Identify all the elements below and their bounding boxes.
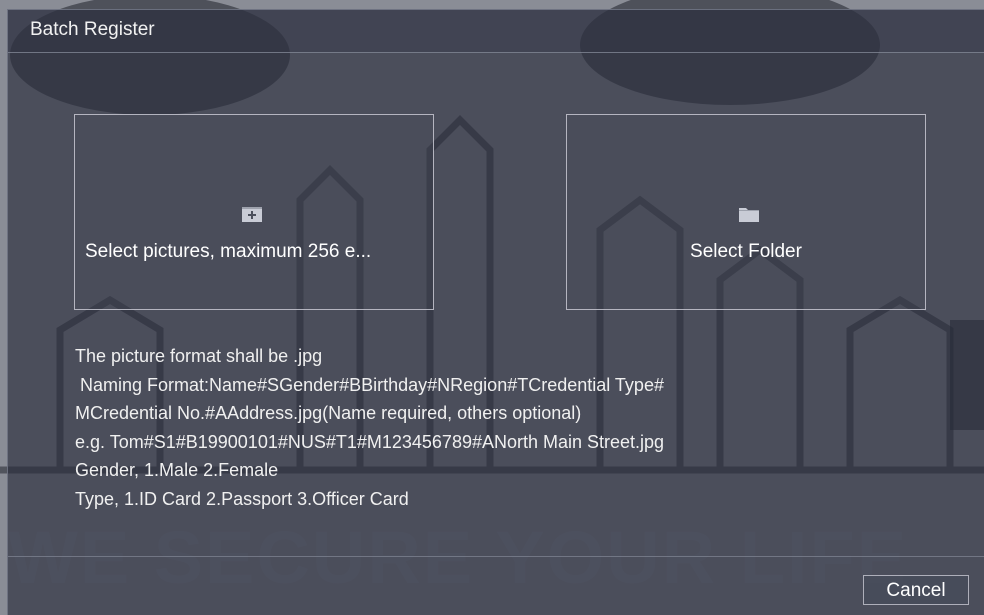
folder-icon bbox=[739, 208, 759, 222]
select-folder-label: Select Folder bbox=[690, 241, 802, 262]
instruction-line: Naming Format:Name#SGender#BBirthday#NRe… bbox=[75, 374, 664, 395]
dialog-title-bar: Batch Register bbox=[8, 10, 984, 53]
instruction-line: e.g. Tom#S1#B19900101#NUS#T1#M123456789#… bbox=[75, 431, 665, 452]
instruction-line: The picture format shall be .jpg bbox=[75, 346, 323, 366]
instruction-line: MCredential No.#AAddress.jpg(Name requir… bbox=[75, 403, 582, 423]
add-picture-icon bbox=[242, 207, 262, 222]
instruction-line: Gender, 1.Male 2.Female bbox=[75, 460, 279, 480]
dialog-title: Batch Register bbox=[30, 19, 155, 40]
cancel-button[interactable]: Cancel bbox=[863, 575, 969, 605]
select-pictures-button[interactable]: Select pictures, maximum 256 e... bbox=[74, 114, 434, 310]
select-folder-button[interactable]: Select Folder bbox=[566, 114, 926, 310]
instruction-line: Type, 1.ID Card 2.Passport 3.Officer Car… bbox=[75, 488, 409, 509]
naming-instructions: The picture format shall be .jpg Naming … bbox=[75, 342, 945, 513]
select-pictures-label: Select pictures, maximum 256 e... bbox=[85, 241, 372, 262]
batch-register-dialog: Batch Register Select pictures, maximum … bbox=[7, 9, 984, 615]
footer-divider bbox=[8, 556, 984, 557]
